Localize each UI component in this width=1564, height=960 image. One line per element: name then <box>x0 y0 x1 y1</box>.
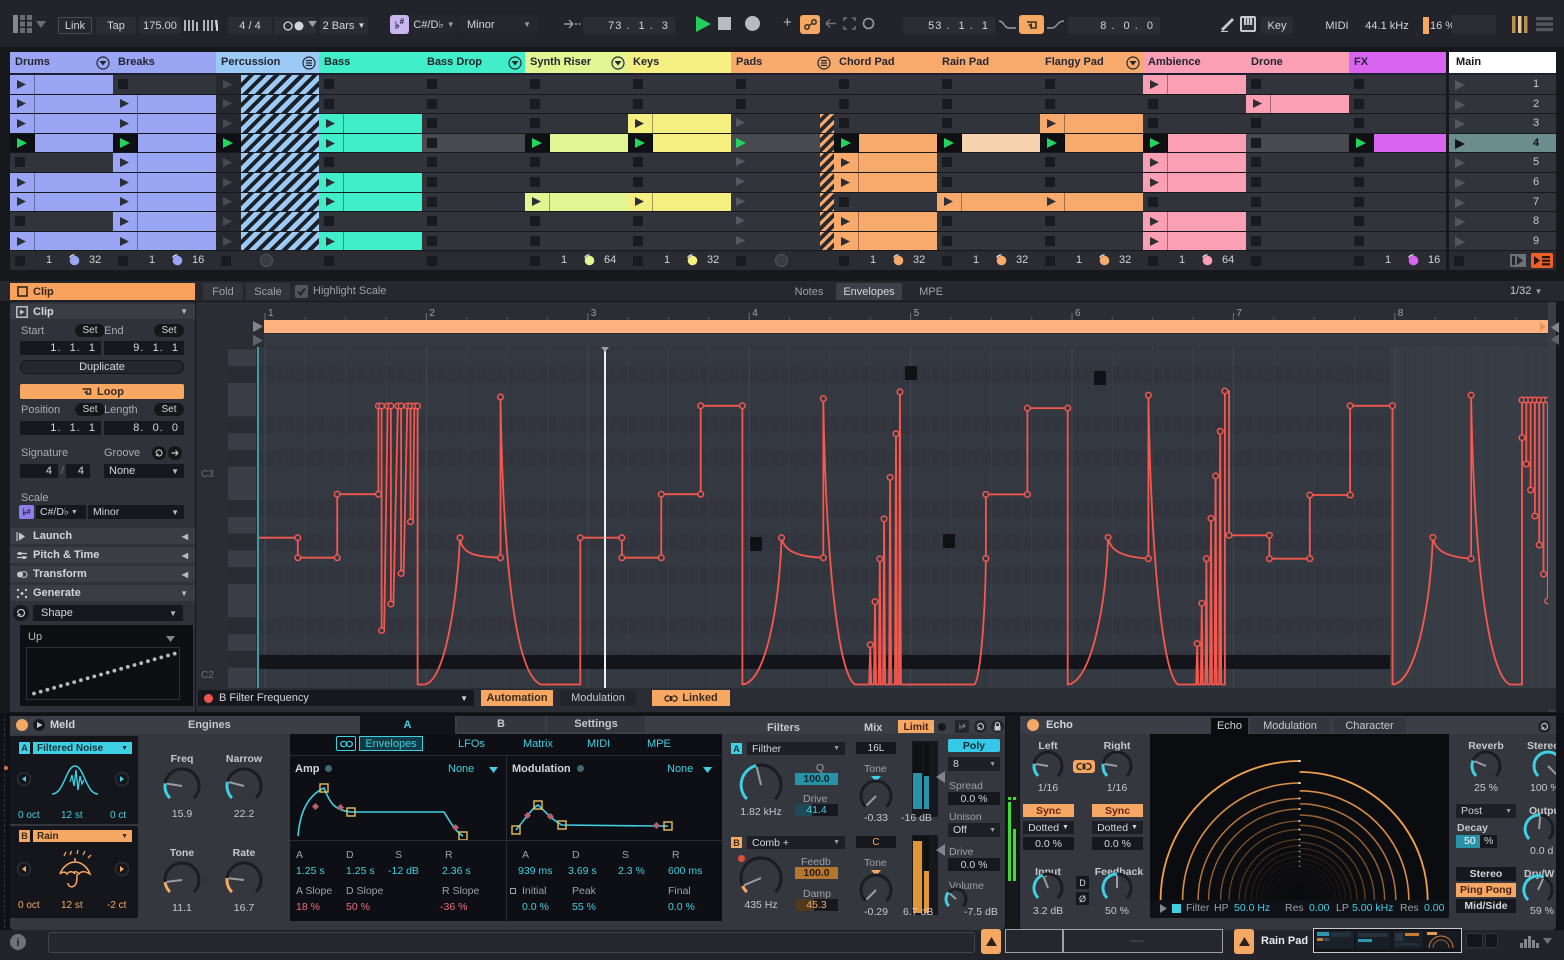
svg-text:5: 5 <box>914 308 920 319</box>
svg-text:7: 7 <box>1236 308 1242 319</box>
svg-text:4: 4 <box>752 308 758 319</box>
svg-text:3: 3 <box>591 308 597 319</box>
svg-text:1: 1 <box>268 308 274 319</box>
svg-text:i: i <box>16 937 19 949</box>
svg-text:6: 6 <box>1075 308 1081 319</box>
svg-text:8: 8 <box>1398 308 1404 319</box>
svg-text:2: 2 <box>429 308 435 319</box>
